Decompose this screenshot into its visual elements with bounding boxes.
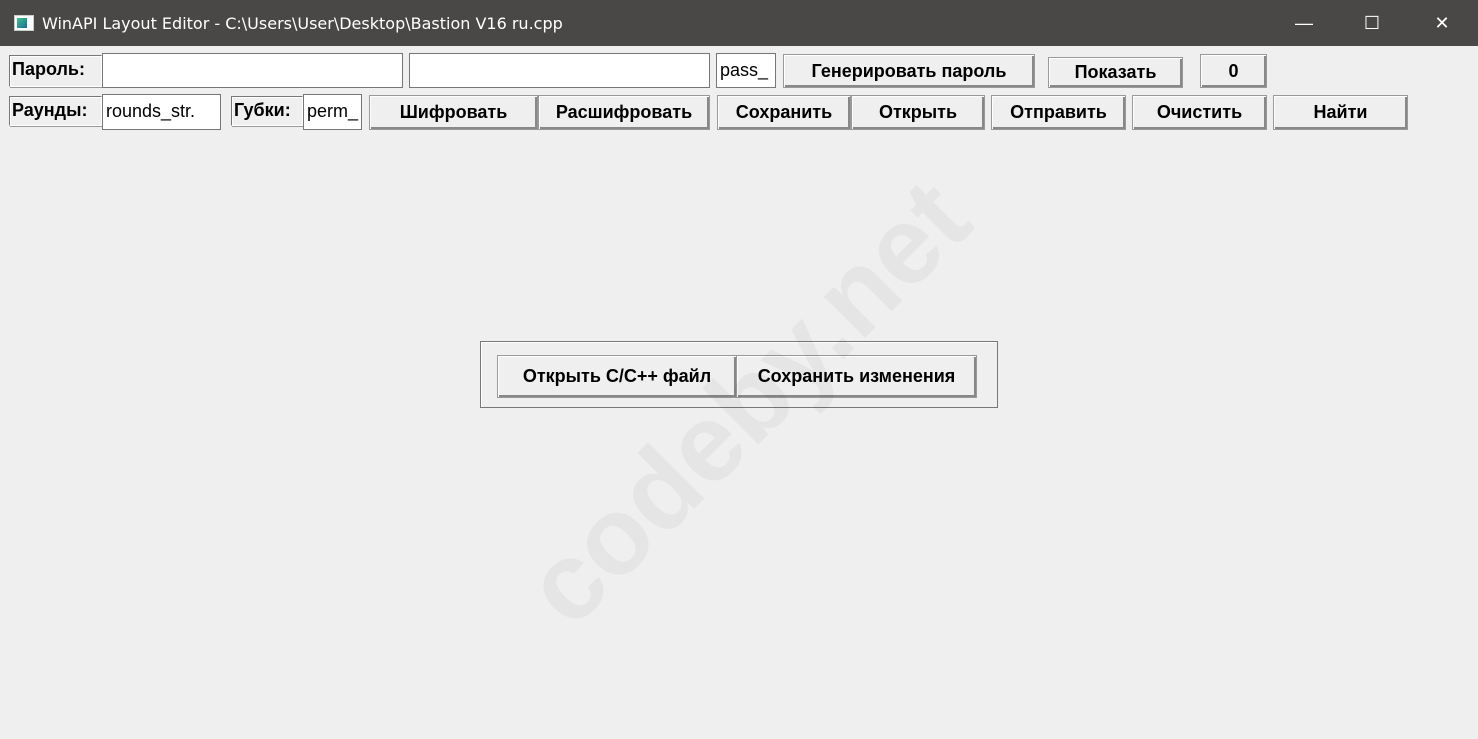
open-cpp-file-button[interactable]: Открыть C/C++ файл <box>497 355 737 398</box>
window-title: WinAPI Layout Editor - C:\Users\User\Des… <box>42 14 563 33</box>
sponges-label: Губки: <box>231 96 303 126</box>
maximize-button[interactable]: ☐ <box>1338 0 1406 46</box>
password-confirm-input[interactable] <box>409 53 710 88</box>
pass-input[interactable]: pass_ <box>716 53 776 88</box>
password-label: Пароль: <box>9 55 102 87</box>
save-changes-button[interactable]: Сохранить изменения <box>736 355 977 398</box>
show-button[interactable]: Показать <box>1048 57 1183 88</box>
clear-button[interactable]: Очистить <box>1132 95 1267 130</box>
close-button[interactable]: ✕ <box>1408 0 1476 46</box>
counter-button[interactable]: 0 <box>1200 54 1267 88</box>
rounds-label: Раунды: <box>9 96 102 126</box>
minimize-button[interactable]: — <box>1270 0 1338 46</box>
perm-input[interactable]: perm_ <box>303 94 362 130</box>
app-icon <box>14 15 34 31</box>
decrypt-button[interactable]: Расшифровать <box>538 95 710 130</box>
title-bar: WinAPI Layout Editor - C:\Users\User\Des… <box>0 0 1478 46</box>
open-button[interactable]: Открыть <box>851 95 985 130</box>
generate-password-button[interactable]: Генерировать пароль <box>783 54 1035 88</box>
save-button[interactable]: Сохранить <box>717 95 851 130</box>
find-button[interactable]: Найти <box>1273 95 1408 130</box>
encrypt-button[interactable]: Шифровать <box>369 95 538 130</box>
send-button[interactable]: Отправить <box>991 95 1126 130</box>
rounds-input[interactable]: rounds_str. <box>102 94 221 130</box>
password-input[interactable] <box>102 53 403 88</box>
